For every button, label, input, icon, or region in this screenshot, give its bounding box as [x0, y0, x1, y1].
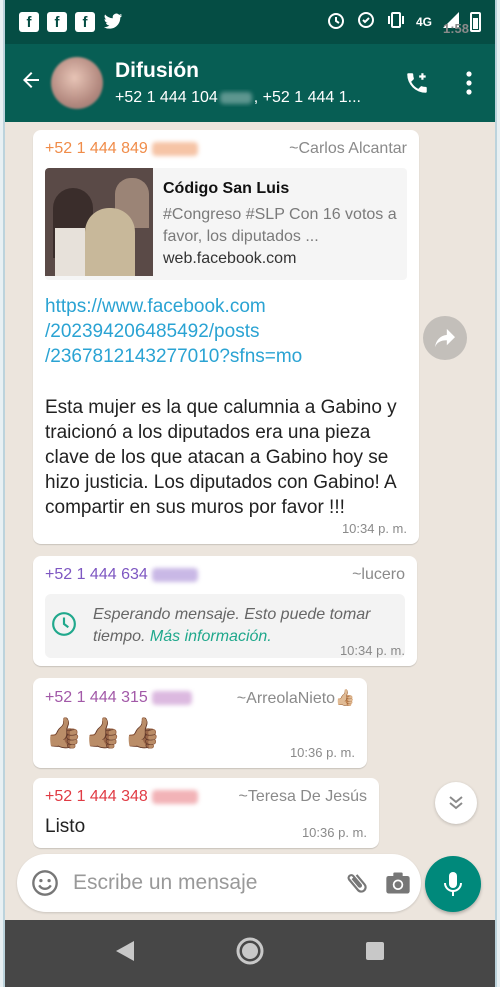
- phone-add-icon: [407, 73, 427, 93]
- twitter-icon: [103, 12, 123, 32]
- redacted-digits: [151, 567, 198, 582]
- message-bubble[interactable]: +52 1 444 315 ~ArreolaNieto👍🏼 👍🏽👍🏽👍🏽 10:…: [33, 678, 367, 768]
- system-navigation-bar: [5, 920, 495, 987]
- battery-icon: [470, 12, 481, 32]
- scroll-to-bottom-button[interactable]: [435, 782, 477, 824]
- chat-title: Difusión: [115, 59, 199, 82]
- message-bubble[interactable]: +52 1 444 849 ~Carlos Alcantar Código Sa…: [33, 130, 419, 544]
- kebab-menu-icon: [466, 71, 472, 95]
- facebook-icon: f: [47, 12, 67, 32]
- camera-icon[interactable]: [384, 866, 412, 900]
- link-preview-thumbnail: [45, 168, 153, 276]
- link-preview[interactable]: Código San Luis #Congreso #SLP Con 16 vo…: [45, 168, 407, 280]
- composer-bar: [5, 848, 495, 920]
- more-options-button[interactable]: [443, 71, 495, 95]
- add-call-button[interactable]: [391, 70, 443, 96]
- vibrate-icon: [386, 10, 406, 35]
- redacted-digits: [219, 91, 252, 104]
- recents-square-icon[interactable]: [364, 940, 386, 967]
- message-time: 10:36 p. m.: [301, 825, 367, 840]
- sender-name: ~lucero: [352, 566, 405, 583]
- message-time: 10:34 p. m.: [339, 643, 405, 658]
- link-preview-description: #Congreso #SLP Con 16 votos a favor, los…: [163, 206, 397, 245]
- status-time: 1:58: [442, 21, 469, 36]
- chat-header: Difusión +52 1 444 104, +52 1 444 1...: [5, 44, 495, 122]
- sender-name: ~ArreolaNieto👍🏼: [236, 690, 355, 707]
- forward-button[interactable]: [423, 316, 467, 360]
- chat-title-group[interactable]: Difusión +52 1 444 104, +52 1 444 1...: [115, 59, 391, 107]
- message-link[interactable]: https://www.facebook.com /20239420648549…: [45, 294, 407, 369]
- sync-icon: [356, 10, 376, 35]
- clock-icon: [51, 611, 77, 642]
- sender-phone: +52 1 444 348: [45, 788, 198, 806]
- facebook-icon: f: [75, 12, 95, 32]
- home-circle-icon[interactable]: [235, 936, 265, 971]
- attach-icon[interactable]: [344, 866, 370, 900]
- message-input[interactable]: [73, 871, 344, 895]
- phone-screen: 1:58 f f f 4G Difusión +52 1 444 104 , +…: [3, 0, 497, 987]
- message-time: 10:34 p. m.: [341, 521, 407, 536]
- emoji-icon[interactable]: [31, 866, 59, 900]
- status-bar: 1:58 f f f 4G: [5, 0, 495, 44]
- message-time: 10:36 p. m.: [289, 745, 355, 760]
- chat-participants: +52 1 444 104, +52 1 444 1...: [115, 89, 361, 106]
- microphone-icon: [444, 872, 462, 896]
- voice-message-button[interactable]: [425, 856, 481, 912]
- sender-phone: +52 1 444 315: [45, 689, 192, 707]
- double-chevron-down-icon: [449, 796, 463, 810]
- avatar[interactable]: [51, 57, 103, 109]
- message-composer: [17, 854, 421, 912]
- back-triangle-icon[interactable]: [114, 939, 136, 968]
- sender-phone: +52 1 444 849: [45, 140, 198, 158]
- network-type: 4G: [415, 15, 432, 29]
- sender-phone: +52 1 444 634: [45, 566, 198, 584]
- back-arrow-icon[interactable]: [11, 67, 51, 99]
- link-preview-title: Código San Luis: [163, 180, 290, 197]
- link-preview-site: web.facebook.com: [163, 250, 297, 267]
- message-text: Esta mujer es la que calumnia a Gabino y…: [45, 397, 397, 518]
- message-list[interactable]: +52 1 444 849 ~Carlos Alcantar Código Sa…: [5, 122, 495, 848]
- redacted-digits: [151, 141, 198, 156]
- message-bubble[interactable]: +52 1 444 348 ~Teresa De Jesús Listo 10:…: [33, 778, 379, 848]
- message-bubble[interactable]: +52 1 444 634 ~lucero Esperando mensaje.…: [33, 556, 417, 666]
- sender-name: ~Teresa De Jesús: [238, 788, 367, 805]
- forward-icon: [435, 328, 455, 348]
- redacted-digits: [151, 789, 198, 804]
- sender-name: ~Carlos Alcantar: [289, 140, 407, 157]
- facebook-icon: f: [19, 12, 39, 32]
- redacted-digits: [151, 690, 192, 705]
- alarm-icon: [326, 10, 346, 35]
- more-info-link[interactable]: Más información.: [150, 628, 272, 645]
